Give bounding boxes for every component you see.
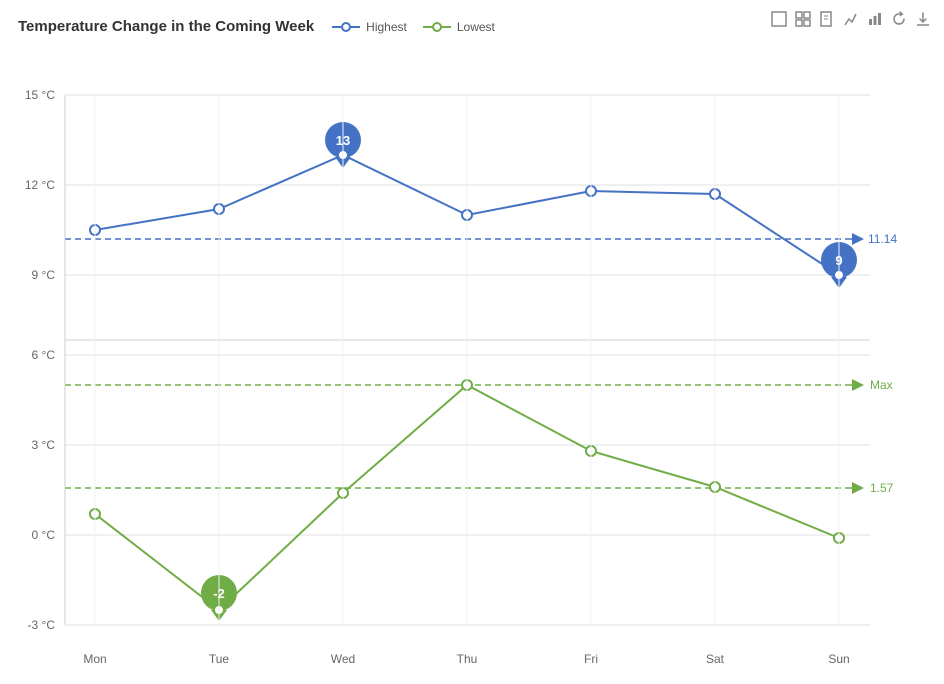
- legend-dot-green: [432, 22, 442, 32]
- svg-text:1.57: 1.57: [870, 481, 894, 495]
- toolbar-icon-refresh[interactable]: [890, 10, 908, 28]
- svg-text:9 °C: 9 °C: [32, 268, 56, 282]
- svg-text:Sun: Sun: [828, 652, 849, 666]
- svg-text:6 °C: 6 °C: [32, 348, 56, 362]
- legend-dot-blue: [341, 22, 351, 32]
- svg-text:Mon: Mon: [83, 652, 106, 666]
- svg-text:12 °C: 12 °C: [25, 178, 55, 192]
- svg-text:-3 °C: -3 °C: [28, 618, 56, 632]
- legend-line-green: [423, 26, 451, 28]
- svg-text:Wed: Wed: [331, 652, 355, 666]
- chart-svg: 15 °C 12 °C 9 °C 11.14 13: [0, 35, 944, 675]
- toolbar-icon-download[interactable]: [914, 10, 932, 28]
- toolbar-icon-5[interactable]: [866, 10, 884, 28]
- svg-text:Fri: Fri: [584, 652, 598, 666]
- svg-text:Sat: Sat: [706, 652, 725, 666]
- svg-text:Tue: Tue: [209, 652, 230, 666]
- svg-text:Max: Max: [870, 378, 893, 392]
- toolbar: [770, 10, 932, 28]
- svg-text:15 °C: 15 °C: [25, 88, 55, 102]
- legend-lowest-label: Lowest: [457, 20, 495, 34]
- svg-text:Thu: Thu: [457, 652, 478, 666]
- legend-line-blue: [332, 26, 360, 28]
- legend-lowest: Lowest: [423, 20, 495, 34]
- toolbar-icon-1[interactable]: [770, 10, 788, 28]
- svg-text:11.14: 11.14: [868, 232, 897, 246]
- toolbar-icon-2[interactable]: [794, 10, 812, 28]
- legend-highest-label: Highest: [366, 20, 407, 34]
- legend-highest: Highest: [332, 20, 407, 34]
- chart-container: Temperature Change in the Coming Week Hi…: [0, 0, 944, 684]
- toolbar-icon-4[interactable]: [842, 10, 860, 28]
- chart-title: Temperature Change in the Coming Week: [18, 18, 314, 35]
- legend: Highest Lowest: [332, 20, 495, 34]
- svg-text:0 °C: 0 °C: [32, 528, 56, 542]
- toolbar-icon-3[interactable]: [818, 10, 836, 28]
- svg-text:3 °C: 3 °C: [32, 438, 56, 452]
